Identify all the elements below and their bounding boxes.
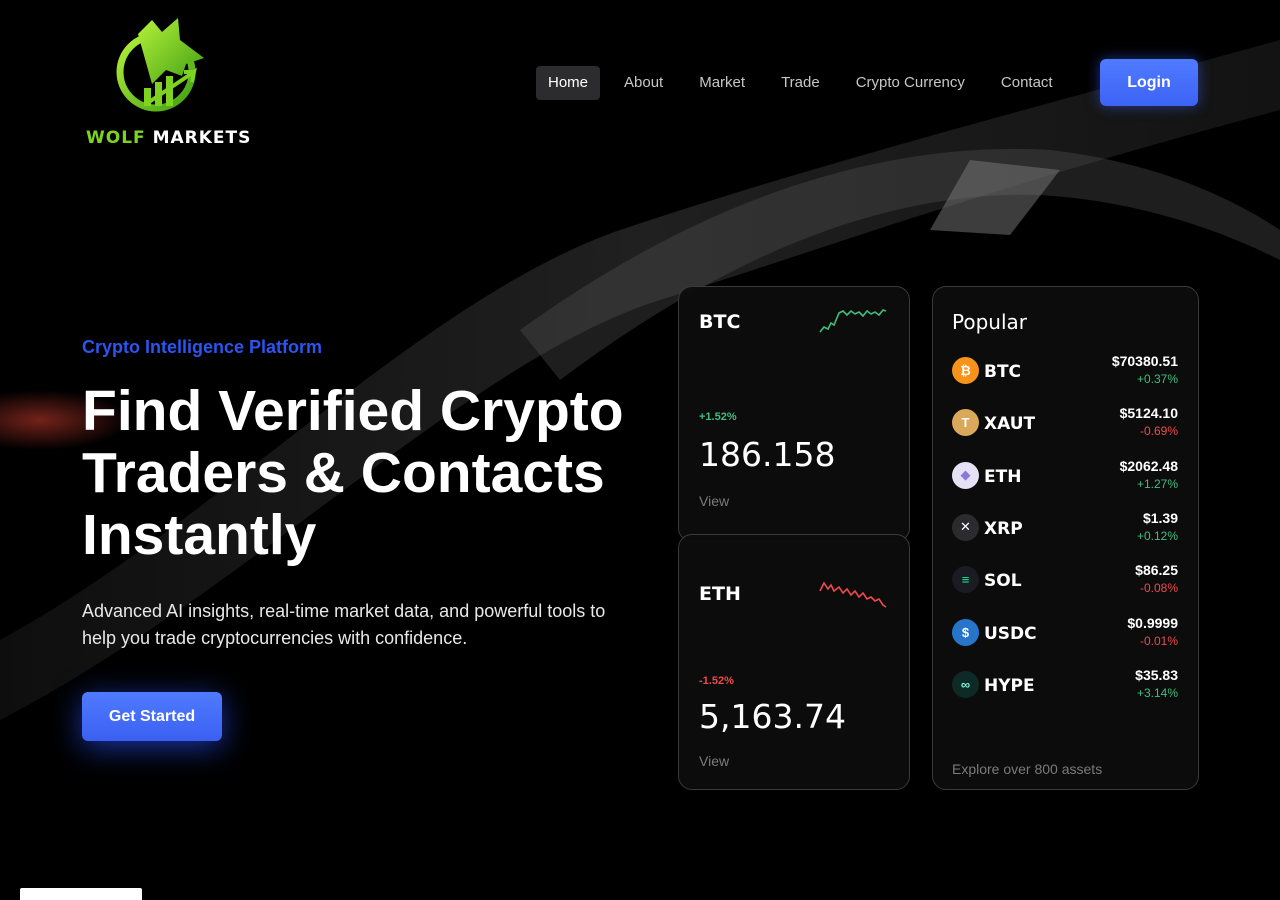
brand-name-part2: MARKETS bbox=[152, 128, 252, 148]
asset-change: +1.27% bbox=[1136, 476, 1178, 491]
nav-contact[interactable]: Contact bbox=[989, 66, 1065, 100]
asset-price: $70380.51 bbox=[1111, 353, 1178, 369]
ethereum-icon: ◆ bbox=[952, 461, 979, 489]
asset-price: $2062.48 bbox=[1119, 457, 1178, 474]
coin-symbol: ETH bbox=[699, 583, 741, 605]
nav-about[interactable]: About bbox=[612, 66, 675, 100]
asset-change: +0.12% bbox=[1136, 528, 1178, 543]
explore-assets-link[interactable]: Explore over 800 assets bbox=[952, 761, 1102, 777]
page: WOLF MARKETS Home About Market Trade Cry… bbox=[0, 0, 1280, 900]
list-item[interactable]: $ USDC $0.9999 -0.01% bbox=[952, 615, 1180, 655]
list-item[interactable]: T XAUT $5124.10 -0.69% bbox=[952, 405, 1180, 445]
brand-name-part1: WOLF bbox=[86, 128, 146, 148]
asset-symbol: ETH bbox=[984, 466, 1022, 487]
usdc-icon: $ bbox=[952, 618, 979, 646]
nav-trade[interactable]: Trade bbox=[769, 66, 832, 100]
eth-value: 5,163.74 bbox=[699, 697, 846, 736]
asset-price: $5124.10 bbox=[1119, 405, 1178, 422]
tether-gold-icon: T bbox=[952, 409, 979, 437]
solana-icon: ≡ bbox=[952, 566, 979, 594]
asset-symbol: HYPE bbox=[984, 675, 1035, 696]
asset-price: $0.9999 bbox=[1127, 614, 1178, 631]
get-started-button[interactable]: Get Started bbox=[82, 692, 222, 741]
btc-value: 186.158 bbox=[699, 435, 836, 474]
brand-wordmark: WOLF MARKETS bbox=[86, 128, 251, 148]
asset-price: $35.83 bbox=[1135, 666, 1178, 683]
hero-eyebrow: Crypto Intelligence Platform bbox=[82, 337, 323, 357]
asset-symbol: XRP bbox=[984, 518, 1023, 539]
hype-icon: ∞ bbox=[952, 670, 979, 698]
eth-change: -1.52% bbox=[699, 675, 734, 687]
asset-change: +0.37% bbox=[1136, 372, 1178, 386]
list-item[interactable]: ∞ HYPE $35.83 +3.14% bbox=[952, 667, 1180, 707]
hero-subtext: Advanced AI insights, real-time market d… bbox=[82, 601, 606, 648]
login-button[interactable]: Login bbox=[1100, 59, 1198, 106]
brand-logo[interactable]: WOLF MARKETS bbox=[84, 14, 250, 150]
wolf-chart-logo-icon bbox=[116, 18, 204, 112]
popular-assets-card: Popular ₿ BTC $70380.51 +0.37% T XAUT $5124.10… bbox=[932, 286, 1199, 790]
asset-symbol: SOL bbox=[984, 571, 1022, 592]
nav-market[interactable]: Market bbox=[687, 66, 757, 100]
corner-widget[interactable] bbox=[20, 888, 142, 900]
coin-symbol: BTC bbox=[699, 311, 741, 333]
asset-change: +3.14% bbox=[1136, 685, 1178, 700]
asset-change: -0.69% bbox=[1139, 424, 1178, 439]
btc-view-link[interactable]: View bbox=[699, 493, 729, 509]
asset-price: $1.39 bbox=[1142, 509, 1178, 526]
asset-change: -0.01% bbox=[1139, 633, 1178, 648]
nav-home[interactable]: Home bbox=[536, 66, 601, 100]
asset-symbol: BTC bbox=[984, 362, 1022, 382]
list-item[interactable]: ✕ XRP $1.39 +0.12% bbox=[952, 510, 1180, 550]
list-item[interactable]: ≡ SOL $86.25 -0.08% bbox=[952, 562, 1180, 602]
btc-price-card[interactable]: BTC +1.52% 186.158 View bbox=[678, 286, 910, 542]
xrp-icon: ✕ bbox=[952, 513, 979, 541]
btc-sparkline-icon bbox=[819, 309, 887, 333]
main-nav: Home About Market Trade Crypto Currency … bbox=[536, 66, 1077, 100]
asset-price: $86.25 bbox=[1135, 562, 1178, 579]
hero-headline: Find Verified Crypto Traders & Contacts … bbox=[82, 379, 624, 567]
asset-symbol: XAUT bbox=[984, 414, 1036, 435]
list-item[interactable]: ◆ ETH $2062.48 +1.27% bbox=[952, 458, 1180, 498]
nav-crypto-currency[interactable]: Crypto Currency bbox=[844, 66, 977, 100]
list-item[interactable]: ₿ BTC $70380.51 +0.37% bbox=[952, 353, 1180, 393]
asset-change: -0.08% bbox=[1139, 581, 1178, 596]
eth-sparkline-icon bbox=[819, 581, 887, 608]
eth-price-card[interactable]: ETH -1.52% 5,163.74 View bbox=[678, 534, 910, 790]
popular-title: Popular bbox=[952, 310, 1027, 334]
btc-change: +1.52% bbox=[699, 411, 737, 423]
eth-view-link[interactable]: View bbox=[699, 753, 729, 769]
asset-symbol: USDC bbox=[984, 623, 1037, 644]
bitcoin-icon: ₿ bbox=[952, 357, 979, 384]
